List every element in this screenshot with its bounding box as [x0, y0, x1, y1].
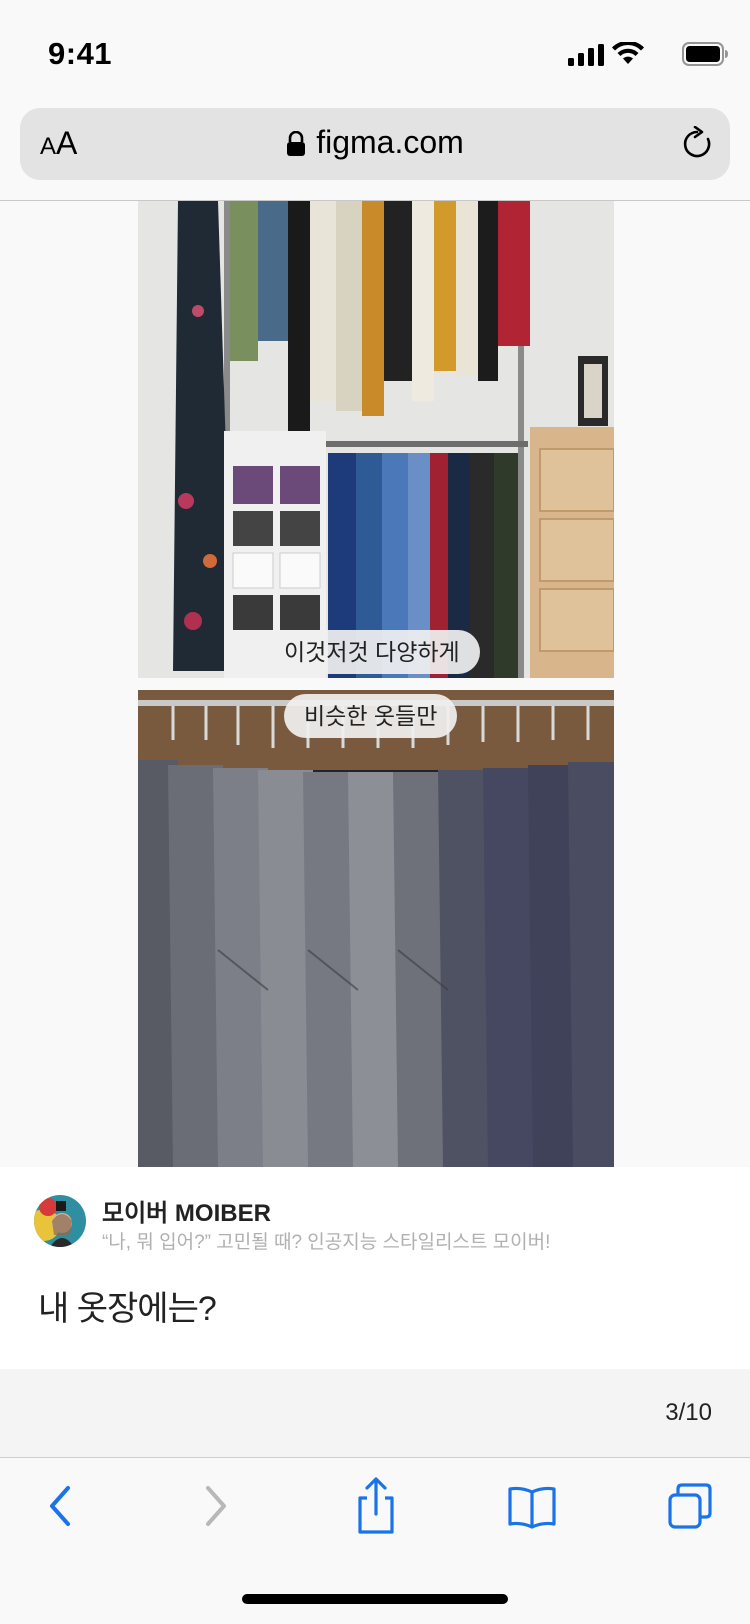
forward-icon — [206, 1486, 226, 1526]
battery-icon — [682, 42, 728, 66]
page-counter: 3/10 — [665, 1399, 712, 1426]
bookmarks-icon — [508, 1486, 556, 1529]
share-icon — [358, 1477, 394, 1534]
photo-caption: 비슷한 옷들만 — [284, 694, 458, 738]
reload-icon[interactable] — [680, 125, 716, 167]
avatar[interactable] — [34, 1195, 86, 1247]
similar-clothes-photo — [138, 690, 614, 1167]
bookmarks-button[interactable] — [502, 1476, 562, 1536]
share-button[interactable] — [346, 1476, 406, 1536]
wifi-icon — [612, 42, 644, 64]
profile-name: 모이버 MOIBER — [102, 1200, 271, 1227]
home-indicator[interactable] — [242, 1594, 508, 1604]
post-title: 내 옷장에는? — [38, 1290, 217, 1328]
post-card: 모이버 MOIBER “나, 뭐 입어?” 고민될 때? 인공지능 스타일리스트… — [0, 1167, 750, 1369]
lock-icon — [286, 128, 306, 165]
status-bar: 9:41 — [0, 0, 750, 100]
content-area[interactable]: 이것저것 다양하게 비슷한 옷들만 — [0, 201, 750, 1167]
varied-closet-photo — [138, 201, 614, 678]
profile-tagline: “나, 뭐 입어?” 고민될 때? 인공지능 스타일리스트 모이버! — [102, 1232, 551, 1253]
url-display[interactable]: figma.com — [20, 124, 730, 164]
tabs-button[interactable] — [662, 1476, 722, 1536]
forward-button[interactable] — [186, 1476, 246, 1536]
back-icon — [50, 1486, 70, 1526]
url-bar[interactable]: A A figma.com — [20, 108, 730, 180]
photo-caption: 이것저것 다양하게 — [264, 630, 480, 674]
tabs-icon — [668, 1483, 712, 1529]
cellular-signal-icon — [568, 44, 604, 66]
status-time: 9:41 — [48, 36, 113, 71]
pagination-strip: 3/10 — [0, 1369, 750, 1457]
url-domain: figma.com — [316, 124, 464, 160]
back-button[interactable] — [30, 1476, 90, 1536]
